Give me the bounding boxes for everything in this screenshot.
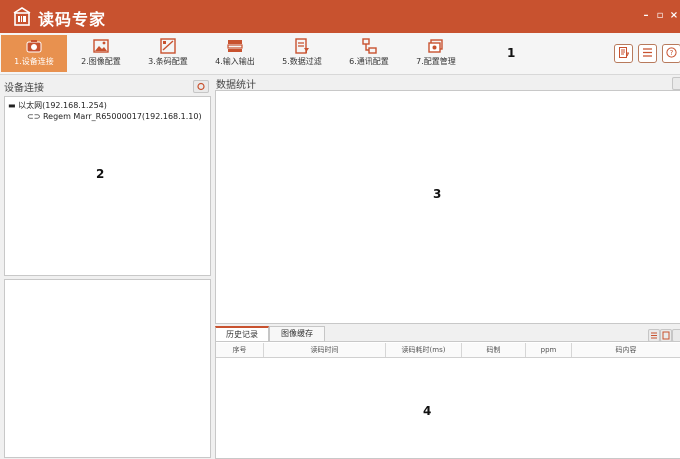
list-button[interactable] <box>638 44 657 63</box>
tool-label: 7.配置管理 <box>416 57 456 66</box>
tab-image-cache[interactable]: 图像缓存 <box>269 326 325 341</box>
history-table: 4 <box>215 341 680 459</box>
annotation-number: 2 <box>96 167 105 181</box>
title-bar: 读码专家 – ▫ × <box>0 0 680 33</box>
minimize-button[interactable]: – <box>640 10 652 22</box>
image-icon <box>93 39 109 53</box>
io-icon <box>227 40 243 52</box>
device-tree-panel: ▬ 以太网(192.168.1.254) ⊂⊃ Regem Marr_R6500… <box>4 96 211 276</box>
stats-panel: 3 <box>215 90 680 324</box>
help-icon: ? <box>666 47 677 58</box>
stats-dropdown-button[interactable] <box>672 77 680 90</box>
app-title: 读码专家 <box>38 10 107 29</box>
tool-label: 5.数据过滤 <box>282 57 322 66</box>
history-table-header: 序号 读码时间 读码耗时(ms) 码制 ppm 码内容 <box>216 343 680 358</box>
stats-panel-title: 数据统计 <box>216 80 256 91</box>
link-icon: ⊂⊃ <box>27 112 41 121</box>
tool-config-manage[interactable]: 7.配置管理 <box>403 35 469 72</box>
tool-image-config[interactable]: 2.图像配置 <box>68 35 134 72</box>
column-header[interactable]: ppm <box>526 343 572 357</box>
maximize-button[interactable]: ▫ <box>654 10 666 22</box>
help-button[interactable]: ? <box>662 44 680 63</box>
tree-root-node[interactable]: ▬ 以太网(192.168.1.254) <box>8 100 107 111</box>
tool-label: 3.条码配置 <box>148 57 188 66</box>
close-button[interactable]: × <box>668 10 680 22</box>
tool-label: 1.设备连接 <box>14 57 54 66</box>
tool-label: 6.通讯配置 <box>349 57 389 66</box>
annotation-number: 1 <box>507 46 516 60</box>
tree-device-label: Regem Marr_R65000017(192.168.1.10) <box>42 112 202 121</box>
tree-device-node[interactable]: ⊂⊃ Regem Marr_R65000017(192.168.1.10) <box>27 112 202 121</box>
tool-barcode-config[interactable]: 3.条码配置 <box>135 35 201 72</box>
config-icon <box>428 39 443 53</box>
column-header[interactable]: 序号 <box>216 343 264 357</box>
document-icon <box>619 47 629 58</box>
camera-icon <box>26 40 42 53</box>
network-icon <box>362 38 377 54</box>
tool-label: 4.输入输出 <box>215 57 255 66</box>
tree-root-label: 以太网(192.168.1.254) <box>18 101 107 110</box>
tool-data-filter[interactable]: 5.数据过滤 <box>269 35 335 72</box>
clear-icon <box>651 332 657 339</box>
annotation-number: 4 <box>423 404 432 418</box>
refresh-icon <box>197 82 205 91</box>
tab-history[interactable]: 历史记录 <box>215 326 269 342</box>
filter-icon <box>295 38 309 54</box>
column-header[interactable]: 码制 <box>462 343 526 357</box>
svg-text:?: ? <box>670 49 674 57</box>
column-header[interactable]: 读码时间 <box>264 343 386 357</box>
collapse-icon: ▬ <box>8 101 16 110</box>
tool-io[interactable]: 4.输入输出 <box>202 35 268 72</box>
app-logo-icon <box>13 7 31 26</box>
device-panel-title: 设备连接 <box>4 83 44 94</box>
log-button[interactable] <box>614 44 633 63</box>
tool-comm-config[interactable]: 6.通讯配置 <box>336 35 402 72</box>
tool-device-connect[interactable]: 1.设备连接 <box>1 35 67 72</box>
tool-label: 2.图像配置 <box>81 57 121 66</box>
device-detail-panel <box>4 279 211 458</box>
annotation-number: 3 <box>433 187 442 201</box>
main-toolbar: 1.设备连接 2.图像配置 3.条码配置 4.输入输出 5.数据过滤 6.通讯配… <box>0 33 680 75</box>
list-icon <box>643 48 652 57</box>
barcode-icon <box>160 38 176 54</box>
column-header[interactable]: 读码耗时(ms) <box>386 343 462 357</box>
column-header[interactable]: 码内容 <box>572 343 680 357</box>
refresh-button[interactable] <box>193 80 209 93</box>
save-icon <box>662 331 670 340</box>
